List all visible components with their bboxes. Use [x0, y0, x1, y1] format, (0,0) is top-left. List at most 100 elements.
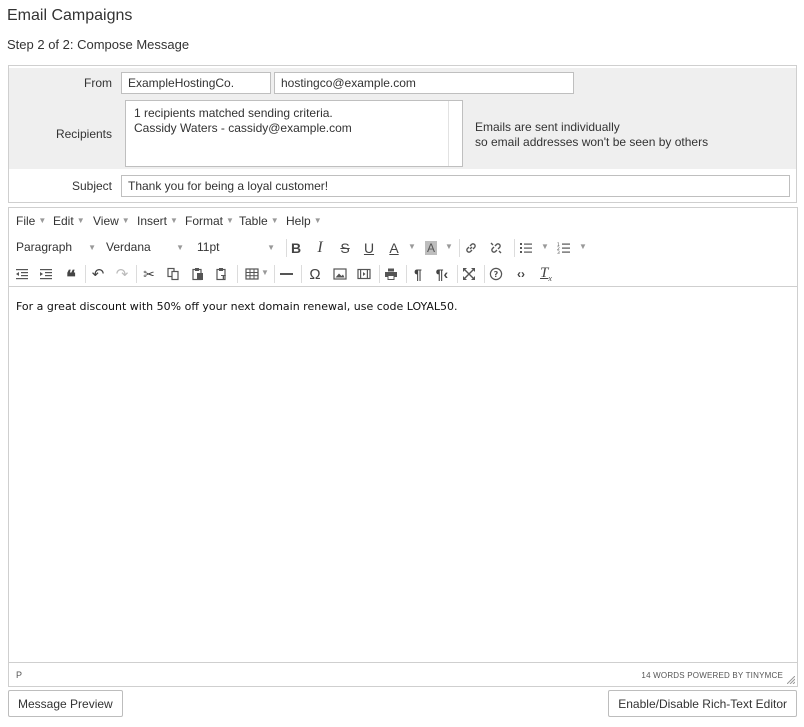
resize-handle-icon[interactable] [787, 676, 795, 684]
undo-button[interactable]: ↶ [87, 263, 109, 285]
recipients-note: Emails are sent individually so email ad… [475, 120, 708, 150]
outdent-icon [16, 269, 28, 280]
table-button[interactable] [241, 263, 263, 285]
recipients-row: Recipients 1 recipients matched sending … [9, 98, 796, 169]
chevron-down-icon[interactable]: ▼ [261, 268, 269, 277]
step-title: Step 2 of 2: Compose Message [7, 37, 190, 52]
element-path[interactable]: P [16, 670, 22, 680]
blockquote-button[interactable]: ❝ [60, 263, 82, 286]
from-row: From [9, 68, 796, 98]
bullet-list-button[interactable] [515, 237, 537, 259]
code-button[interactable]: ‹› [510, 263, 532, 285]
message-preview-button[interactable]: Message Preview [8, 690, 123, 717]
unlink-icon [490, 242, 502, 254]
svg-text:T: T [221, 274, 226, 281]
rich-text-editor: File ▼ Edit ▼ View ▼ Insert ▼ Format ▼ Table ▼… [8, 207, 798, 687]
recipients-count: 1 recipients matched sending criteria. [134, 106, 333, 120]
from-name-input[interactable] [121, 72, 271, 94]
cut-button[interactable]: ✂ [138, 263, 160, 285]
image-icon [333, 268, 347, 280]
link-button[interactable] [460, 237, 482, 259]
menu-edit[interactable]: Edit ▼ [53, 214, 85, 228]
background-color-icon: A [424, 241, 437, 255]
menu-help-label: Help [286, 214, 311, 228]
recipients-scrollbar[interactable] [448, 101, 462, 166]
subject-row: Subject [9, 172, 796, 202]
copy-icon [167, 267, 179, 281]
media-button[interactable] [353, 263, 375, 285]
font-family-select[interactable]: Verdana ▼ [106, 240, 184, 254]
redo-button[interactable]: ↷ [111, 263, 133, 285]
toggle-rich-text-button[interactable]: Enable/Disable Rich-Text Editor [608, 690, 797, 717]
block-format-select[interactable]: Paragraph ▼ [16, 240, 96, 254]
bold-icon: B [290, 240, 302, 256]
rtl-button[interactable]: ¶‹ [431, 263, 453, 285]
horizontal-rule-button[interactable] [275, 263, 297, 285]
link-icon [466, 243, 476, 253]
chevron-down-icon: ▼ [76, 216, 85, 225]
paste-text-button[interactable]: T [211, 263, 233, 285]
editor-menubar: File ▼ Edit ▼ View ▼ Insert ▼ Format ▼ Table ▼… [9, 208, 797, 234]
block-format-value: Paragraph [16, 240, 73, 254]
strikethrough-button[interactable]: S [334, 237, 356, 259]
remove-format-button[interactable]: Tx [535, 263, 557, 285]
underline-button[interactable]: U [358, 237, 380, 259]
indent-button[interactable] [35, 263, 57, 285]
paste-button[interactable] [187, 263, 209, 285]
ltr-button[interactable]: ¶ [407, 263, 429, 285]
italic-button[interactable]: I [309, 237, 331, 259]
recipient-entry: Cassidy Waters - cassidy@example.com [134, 121, 352, 135]
font-size-select[interactable]: 11pt ▼ [197, 240, 275, 254]
subject-label: Subject [71, 179, 112, 193]
copy-button[interactable] [162, 263, 184, 285]
recipients-list[interactable]: 1 recipients matched sending criteria. C… [125, 100, 463, 167]
from-email-input[interactable] [274, 72, 574, 94]
horizontal-rule-icon [279, 273, 293, 275]
editor-paragraph[interactable]: For a great discount with 50% off your n… [16, 300, 790, 313]
toolbar-divider [85, 265, 86, 283]
chevron-down-icon: ▼ [313, 216, 322, 225]
svg-text:3: 3 [557, 250, 560, 255]
menu-format[interactable]: Format ▼ [185, 214, 234, 228]
menu-edit-label: Edit [53, 214, 74, 228]
fullscreen-icon [463, 268, 475, 280]
print-button[interactable] [380, 263, 402, 285]
menu-file[interactable]: File ▼ [16, 214, 46, 228]
bullet-list-icon [520, 243, 532, 253]
special-char-button[interactable]: Ω [304, 263, 326, 285]
editor-content[interactable]: For a great discount with 50% off your n… [9, 288, 797, 663]
message-form: From Recipients 1 recipients matched sen… [8, 65, 797, 203]
menu-table[interactable]: Table ▼ [239, 214, 279, 228]
paste-icon [192, 268, 203, 281]
chevron-down-icon[interactable]: ▼ [579, 242, 587, 251]
outdent-button[interactable] [11, 263, 33, 285]
bold-button[interactable]: B [285, 237, 307, 259]
chevron-down-icon: ▼ [88, 243, 96, 252]
chevron-down-icon[interactable]: ▼ [541, 242, 549, 251]
chevron-down-icon: ▼ [270, 216, 279, 225]
chevron-down-icon: ▼ [121, 216, 130, 225]
menu-insert-label: Insert [137, 214, 168, 228]
image-button[interactable] [329, 263, 351, 285]
editor-toolbar-row-2: ❝ ↶ ↷ ✂ T ▼ Ω ¶ ¶‹ ? ‹› Tx [9, 261, 797, 287]
chevron-down-icon: ▼ [176, 243, 184, 252]
help-button[interactable]: ? [485, 263, 507, 285]
numbered-list-button[interactable]: 123 [553, 237, 575, 259]
numbered-list-icon: 123 [557, 242, 570, 255]
rtl-icon: ¶‹ [435, 266, 449, 282]
background-color-button[interactable]: A [420, 237, 442, 259]
unlink-button[interactable] [485, 237, 507, 259]
toolbar-divider [136, 265, 137, 283]
print-icon [385, 268, 397, 280]
undo-icon: ↶ [91, 266, 105, 283]
text-color-button[interactable]: A [383, 237, 405, 259]
chevron-down-icon[interactable]: ▼ [445, 242, 453, 251]
fullscreen-button[interactable] [458, 263, 480, 285]
menu-view[interactable]: View ▼ [93, 214, 130, 228]
menu-help[interactable]: Help ▼ [286, 214, 322, 228]
italic-icon: I [317, 239, 323, 256]
menu-insert[interactable]: Insert ▼ [137, 214, 178, 228]
subject-input[interactable] [121, 175, 790, 197]
chevron-down-icon: ▼ [38, 216, 47, 225]
chevron-down-icon[interactable]: ▼ [408, 242, 416, 251]
